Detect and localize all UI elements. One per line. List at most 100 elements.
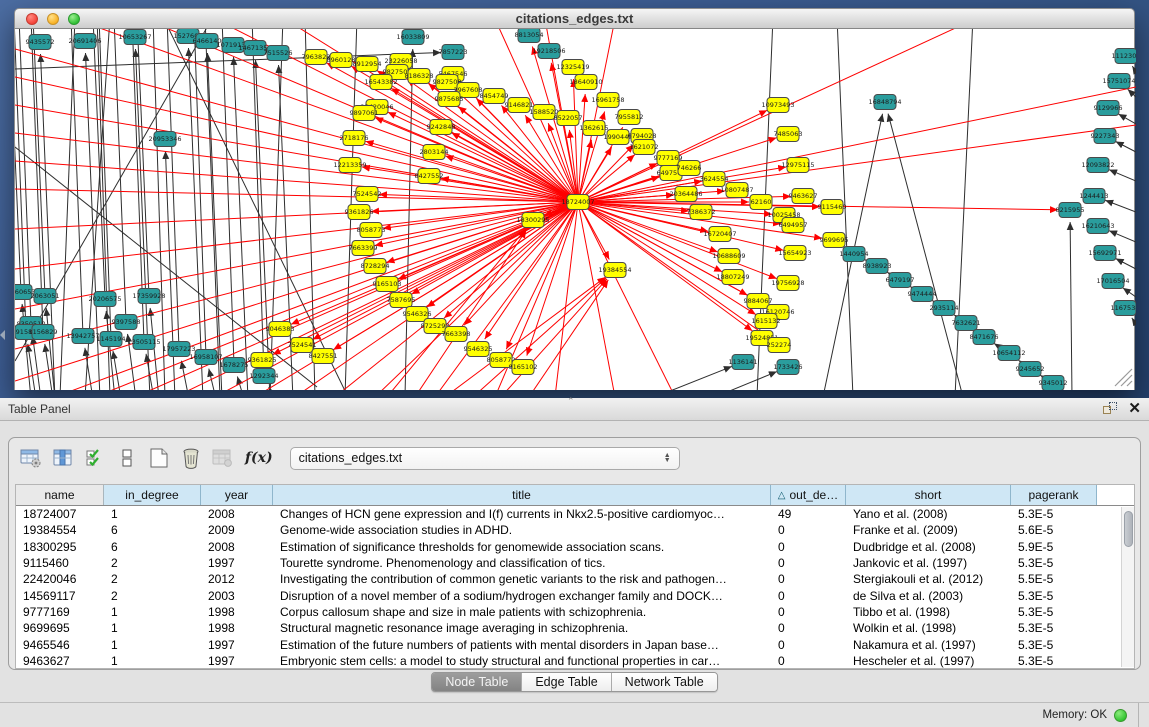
table-row[interactable]: 946362711997Embryonic stem cells: a mode… [16,653,1134,669]
close-window-icon[interactable] [26,13,38,25]
table-cell[interactable]: 0 [771,540,846,554]
table-cell[interactable]: 22420046 [16,572,104,586]
memory-ok-icon[interactable] [1114,709,1127,722]
table-cell[interactable]: 1 [104,621,201,635]
table-row[interactable]: 1872400712008Changes of HCN gene express… [16,506,1134,522]
table-row[interactable]: 1938455462009Genome-wide association stu… [16,522,1134,538]
minimize-window-icon[interactable] [47,13,59,25]
row-view-button[interactable] [113,445,140,471]
table-cell[interactable]: Genome-wide association studies in ADHD. [273,523,771,537]
float-panel-icon[interactable] [1103,402,1118,416]
table-cell[interactable]: 1998 [201,605,273,619]
column-checklist-button[interactable] [81,445,108,471]
table-cell[interactable]: 2 [104,589,201,603]
table-cell[interactable]: 5.3E-5 [1011,605,1097,619]
table-cell[interactable]: 9463627 [16,654,104,668]
table-select-dropdown[interactable]: citations_edges.txt ▲▼ [290,447,680,470]
table-cell[interactable]: 18300295 [16,540,104,554]
table-cell[interactable]: 5.3E-5 [1011,556,1097,570]
collapse-panel-handle-icon[interactable] [0,330,5,340]
table-scrollbar[interactable] [1121,507,1134,667]
table-cell[interactable]: Stergiakouli et al. (2012) [846,572,1011,586]
delete-column-button[interactable] [177,445,204,471]
table-cell[interactable]: Tourette syndrome. Phenomenology and cla… [273,556,771,570]
tab-node-table[interactable]: Node Table [432,673,522,691]
table-cell[interactable]: 2008 [201,507,273,521]
table-cell[interactable]: 5.6E-5 [1011,523,1097,537]
column-header-short[interactable]: short [846,485,1011,505]
table-row[interactable]: 1830029562008Estimation of significance … [16,539,1134,555]
table-cell[interactable]: 5.3E-5 [1011,589,1097,603]
table-cell[interactable]: 5.9E-5 [1011,540,1097,554]
table-cell[interactable]: 1998 [201,621,273,635]
column-header-name[interactable]: name [16,485,104,505]
table-cell[interactable]: 1 [104,605,201,619]
tab-edge-table[interactable]: Edge Table [522,673,611,691]
table-cell[interactable]: 0 [771,589,846,603]
table-cell[interactable]: de Silva et al. (2003) [846,589,1011,603]
table-cell[interactable]: Investigating the contribution of common… [273,572,771,586]
table-cell[interactable]: 49 [771,507,846,521]
function-builder-button[interactable]: f(x) [245,450,273,466]
table-cell[interactable]: Structural magnetic resonance image aver… [273,621,771,635]
table-cell[interactable]: 2 [104,556,201,570]
table-cell[interactable]: Estimation of significance thresholds fo… [273,540,771,554]
table-cell[interactable]: 14569117 [16,589,104,603]
table-cell[interactable]: Wolkin et al. (1998) [846,621,1011,635]
table-cell[interactable]: Corpus callosum shape and size in male p… [273,605,771,619]
table-cell[interactable]: 0 [771,654,846,668]
table-cell[interactable]: 18724007 [16,507,104,521]
table-cell[interactable]: Franke et al. (2009) [846,523,1011,537]
table-cell[interactable]: 9699695 [16,621,104,635]
table-settings-button[interactable] [17,445,44,471]
delete-table-button[interactable] [209,445,236,471]
table-cell[interactable]: 5.3E-5 [1011,621,1097,635]
table-cell[interactable]: Disruption of a novel member of a sodium… [273,589,771,603]
close-panel-icon[interactable]: ✕ [1128,402,1141,416]
resize-grip-icon[interactable] [1115,369,1132,386]
zoom-window-icon[interactable] [68,13,80,25]
table-cell[interactable]: 5.3E-5 [1011,638,1097,652]
table-cell[interactable]: Embryonic stem cells: a model to study s… [273,654,771,668]
table-row[interactable]: 911546021997Tourette syndrome. Phenomeno… [16,555,1134,571]
table-cell[interactable]: 0 [771,523,846,537]
network-graph[interactable]: 1872400779638228960128891295423226058982… [15,29,1136,390]
table-row[interactable]: 2242004622012Investigating the contribut… [16,571,1134,587]
table-cell[interactable]: 2009 [201,523,273,537]
table-cell[interactable]: 6 [104,523,201,537]
table-cell[interactable]: 19384554 [16,523,104,537]
table-cell[interactable]: Nakamura et al. (1997) [846,638,1011,652]
table-cell[interactable]: 9777169 [16,605,104,619]
column-header-pagerank[interactable]: pagerank [1011,485,1097,505]
table-cell[interactable]: 0 [771,621,846,635]
table-row[interactable]: 977716911998Corpus callosum shape and si… [16,604,1134,620]
column-header-year[interactable]: year [201,485,273,505]
column-header-out-degree[interactable]: △out_de… [771,485,846,505]
create-column-button[interactable] [145,445,172,471]
table-cell[interactable]: 2003 [201,589,273,603]
table-cell[interactable]: Hescheler et al. (1997) [846,654,1011,668]
table-cell[interactable]: 1997 [201,638,273,652]
table-row[interactable]: 946554611997Estimation of the future num… [16,636,1134,652]
network-window-titlebar[interactable]: citations_edges.txt [14,8,1135,29]
table-row[interactable]: 1456911722003Disruption of a novel membe… [16,587,1134,603]
table-cell[interactable]: 1 [104,654,201,668]
table-cell[interactable]: Estimation of the future numbers of pati… [273,638,771,652]
table-cell[interactable]: 5.5E-5 [1011,572,1097,586]
table-cell[interactable]: Yano et al. (2008) [846,507,1011,521]
splitter-grip-icon[interactable]: ⌃ [567,396,575,407]
table-cell[interactable]: Changes of HCN gene expression and I(f) … [273,507,771,521]
table-cell[interactable]: 1997 [201,654,273,668]
table-cell[interactable]: 1 [104,638,201,652]
scrollbar-thumb[interactable] [1124,511,1133,547]
table-cell[interactable]: 0 [771,572,846,586]
table-cell[interactable]: 5.3E-5 [1011,507,1097,521]
table-cell[interactable]: 6 [104,540,201,554]
network-view-window[interactable]: citations_edges.txt 18724007796382289601… [14,8,1135,390]
table-cell[interactable]: Jankovic et al. (1997) [846,556,1011,570]
column-header-title[interactable]: title [273,485,771,505]
table-cell[interactable]: 1997 [201,556,273,570]
table-cell[interactable]: 5.3E-5 [1011,654,1097,668]
table-cell[interactable]: 1 [104,507,201,521]
table-cell[interactable]: 0 [771,556,846,570]
